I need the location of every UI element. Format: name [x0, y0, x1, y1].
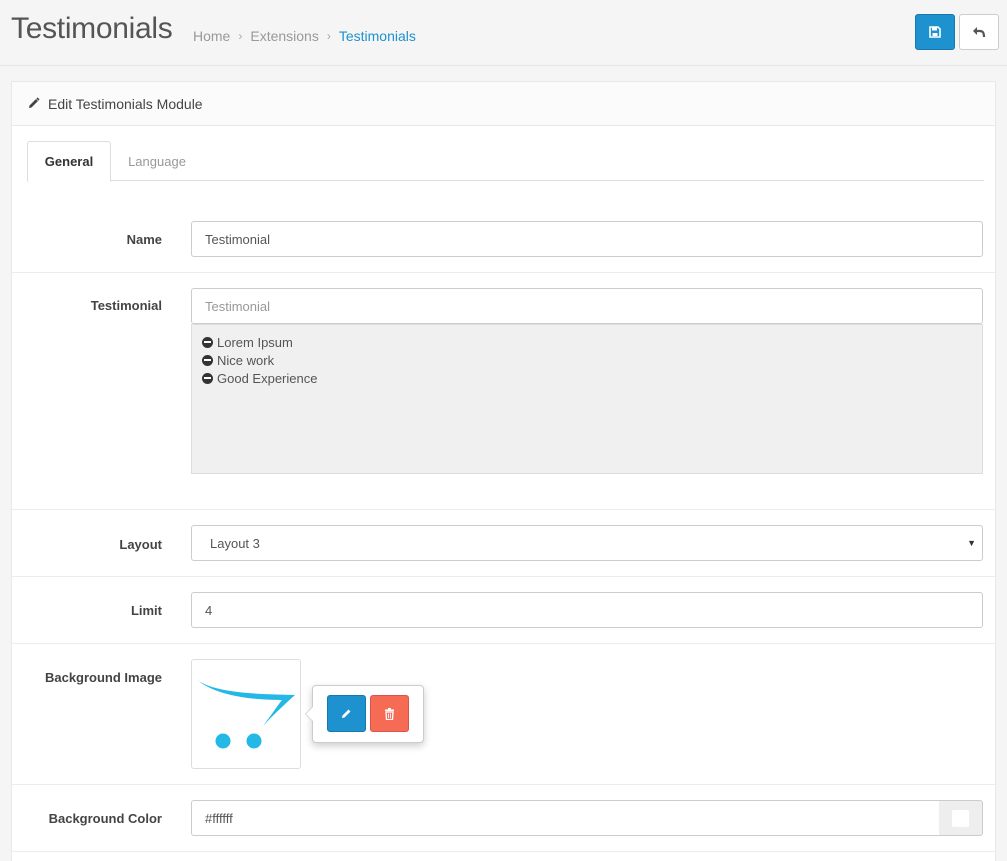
- layout-select[interactable]: Layout 3 ▼: [191, 525, 983, 561]
- image-popover: [305, 685, 424, 743]
- save-button[interactable]: [915, 14, 955, 50]
- panel-heading: Edit Testimonials Module: [12, 82, 995, 126]
- color-picker-addon[interactable]: [939, 800, 983, 836]
- form-row-layout: Layout Layout 3 ▼: [12, 510, 995, 577]
- form-row-background-color: Background Color #ffffff: [12, 785, 995, 852]
- color-swatch: [952, 809, 969, 827]
- pencil-icon: [27, 97, 40, 110]
- background-color-label: Background Color: [48, 811, 162, 826]
- minus-circle-icon[interactable]: [202, 372, 213, 384]
- name-label: Name: [126, 232, 162, 247]
- form-row-background-image: Background Image: [12, 644, 995, 785]
- testimonial-list: Lorem Ipsum Nice work Good Experience: [191, 324, 983, 474]
- background-image-thumbnail[interactable]: [191, 659, 301, 769]
- tab-general[interactable]: General: [27, 141, 111, 182]
- trash-icon: [385, 707, 394, 720]
- layout-label: Layout: [119, 537, 162, 552]
- back-button[interactable]: [959, 14, 999, 50]
- caret-down-icon: ▼: [967, 538, 976, 548]
- minus-circle-icon[interactable]: [202, 336, 213, 348]
- edit-module-panel: Edit Testimonials Module General Languag…: [11, 81, 996, 861]
- tab-language[interactable]: Language: [113, 141, 201, 181]
- page-title: Testimonials: [11, 12, 173, 45]
- save-icon: [929, 26, 941, 38]
- limit-label: Limit: [130, 603, 162, 618]
- breadcrumb-home[interactable]: Home: [193, 28, 230, 44]
- list-item: Lorem Ipsum: [202, 333, 972, 351]
- breadcrumb: Home › Extensions › Testimonials: [193, 28, 416, 44]
- delete-image-button[interactable]: [370, 695, 409, 732]
- reply-icon: [973, 27, 986, 38]
- background-color-input[interactable]: #ffffff: [191, 800, 940, 836]
- breadcrumb-testimonials[interactable]: Testimonials: [339, 28, 416, 44]
- layout-select-value: Layout 3: [210, 535, 260, 551]
- form-row-limit: Limit 4: [12, 577, 995, 644]
- list-item: Good Experience: [202, 369, 972, 387]
- list-item-label: Lorem Ipsum: [217, 334, 293, 350]
- breadcrumb-separator: ›: [326, 29, 331, 43]
- opencart-logo: [197, 680, 295, 749]
- testimonial-input[interactable]: Testimonial: [191, 288, 983, 324]
- edit-image-button[interactable]: [327, 695, 366, 732]
- tabs: General Language: [27, 141, 984, 182]
- limit-input[interactable]: 4: [191, 592, 983, 628]
- page-header: Testimonials Home › Extensions › Testimo…: [0, 0, 1007, 66]
- minus-circle-icon[interactable]: [202, 354, 213, 366]
- pencil-icon: [342, 709, 351, 718]
- form-row-testimonial: Testimonial Testimonial Lorem Ipsum Nice…: [12, 273, 995, 510]
- list-item-label: Nice work: [217, 352, 275, 368]
- form-row-name: Name Testimonial: [12, 207, 995, 273]
- name-input[interactable]: Testimonial: [191, 221, 983, 257]
- list-item-label: Good Experience: [217, 370, 318, 386]
- background-image-label: Background Image: [44, 670, 162, 685]
- testimonial-label: Testimonial: [90, 298, 162, 313]
- breadcrumb-separator: ›: [238, 29, 243, 43]
- panel-heading-title: Edit Testimonials Module: [48, 95, 203, 112]
- list-item: Nice work: [202, 351, 972, 369]
- breadcrumb-extensions[interactable]: Extensions: [250, 28, 318, 44]
